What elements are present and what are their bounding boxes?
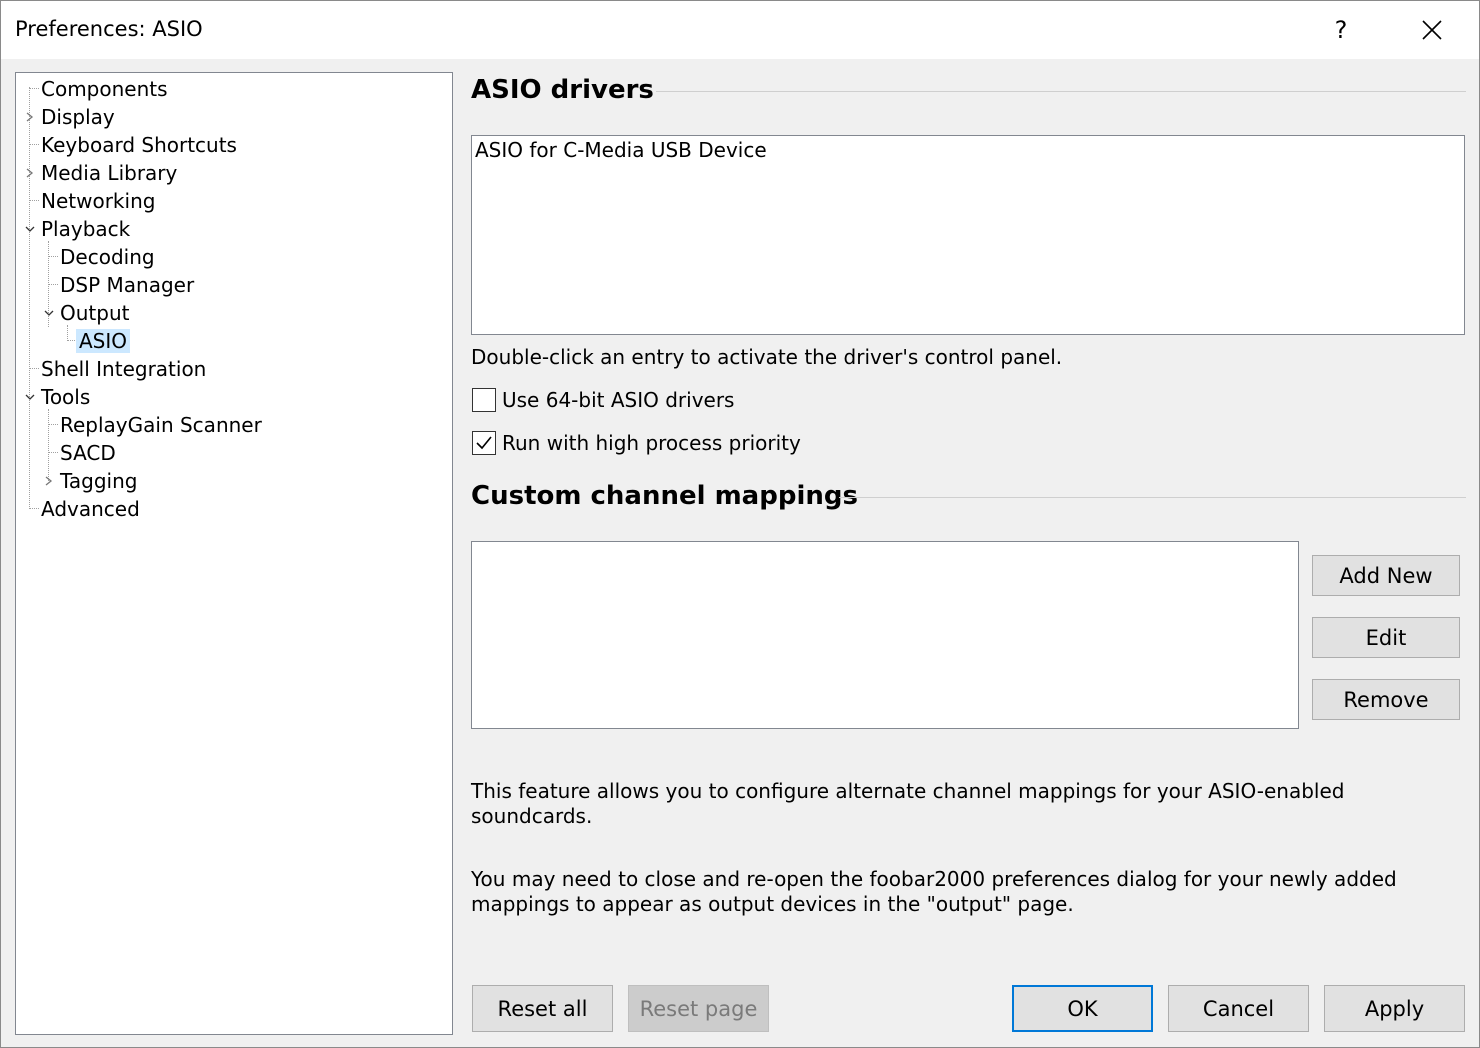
- tree-item-asio[interactable]: ASIO: [76, 327, 131, 355]
- window-title: Preferences: ASIO: [15, 17, 203, 41]
- remove-button[interactable]: Remove: [1312, 679, 1460, 720]
- reopen-note-line: mappings to appear as output devices in …: [471, 892, 1074, 916]
- tree-item-components[interactable]: Components: [38, 75, 171, 103]
- tree-item-shell-integration[interactable]: Shell Integration: [38, 355, 209, 383]
- reset-page-button[interactable]: Reset page: [628, 985, 769, 1032]
- chevron-right-icon[interactable]: [24, 167, 36, 179]
- mappings-info-paragraph: This feature allows you to configure alt…: [471, 779, 1344, 829]
- tree-item-tools[interactable]: Tools: [38, 383, 93, 411]
- tree-item-output[interactable]: Output: [57, 299, 132, 327]
- preferences-window: Preferences: ASIO ? Components Display K…: [0, 0, 1480, 1048]
- custom-mappings-list[interactable]: [471, 541, 1299, 729]
- custom-mappings-rule: [839, 497, 1466, 498]
- title-bar: Preferences: ASIO ?: [1, 1, 1479, 59]
- mappings-info-line: soundcards.: [471, 804, 593, 828]
- tree-item-networking[interactable]: Networking: [38, 187, 158, 215]
- mappings-info-line: This feature allows you to configure alt…: [471, 779, 1345, 803]
- asio-drivers-list[interactable]: ASIO for C-Media USB Device: [471, 135, 1465, 335]
- tree-item-decoding[interactable]: Decoding: [57, 243, 158, 271]
- tree-item-media-library[interactable]: Media Library: [38, 159, 180, 187]
- tree-item-advanced[interactable]: Advanced: [38, 495, 143, 523]
- cancel-button[interactable]: Cancel: [1168, 985, 1309, 1032]
- tree-item-sacd[interactable]: SACD: [57, 439, 119, 467]
- reopen-note-line: You may need to close and re-open the fo…: [471, 867, 1397, 891]
- high-priority-label[interactable]: Run with high process priority: [502, 431, 801, 455]
- reopen-note-paragraph: You may need to close and re-open the fo…: [471, 867, 1397, 917]
- use-64bit-checkbox[interactable]: [472, 388, 496, 412]
- asio-drivers-heading: ASIO drivers: [471, 75, 654, 105]
- tree-item-dsp-manager[interactable]: DSP Manager: [57, 271, 197, 299]
- tree-item-playback[interactable]: Playback: [38, 215, 133, 243]
- help-button[interactable]: ?: [1319, 9, 1363, 51]
- close-button[interactable]: [1409, 9, 1455, 51]
- tree-item-display[interactable]: Display: [38, 103, 118, 131]
- list-item[interactable]: ASIO for C-Media USB Device: [475, 138, 767, 162]
- reset-all-button[interactable]: Reset all: [472, 985, 613, 1032]
- add-new-button[interactable]: Add New: [1312, 555, 1460, 596]
- tree-item-replaygain-scanner[interactable]: ReplayGain Scanner: [57, 411, 265, 439]
- custom-mappings-heading: Custom channel mappings: [471, 481, 858, 511]
- ok-button[interactable]: OK: [1012, 985, 1153, 1032]
- chevron-right-icon[interactable]: [43, 475, 55, 487]
- preferences-tree: Components Display Keyboard Shortcuts Me…: [15, 72, 453, 1035]
- edit-button[interactable]: Edit: [1312, 617, 1460, 658]
- check-icon: [476, 436, 492, 450]
- apply-button[interactable]: Apply: [1324, 985, 1465, 1032]
- high-priority-checkbox[interactable]: [472, 431, 496, 455]
- asio-drivers-rule: [656, 91, 1466, 92]
- close-icon: [1422, 20, 1442, 40]
- tree-item-tagging[interactable]: Tagging: [57, 467, 140, 495]
- chevron-right-icon[interactable]: [24, 111, 36, 123]
- chevron-down-icon[interactable]: [24, 223, 36, 235]
- asio-hint-text: Double-click an entry to activate the dr…: [471, 345, 1063, 369]
- chevron-down-icon[interactable]: [43, 307, 55, 319]
- use-64bit-label[interactable]: Use 64-bit ASIO drivers: [502, 388, 734, 412]
- tree-item-keyboard-shortcuts[interactable]: Keyboard Shortcuts: [38, 131, 240, 159]
- chevron-down-icon[interactable]: [24, 391, 36, 403]
